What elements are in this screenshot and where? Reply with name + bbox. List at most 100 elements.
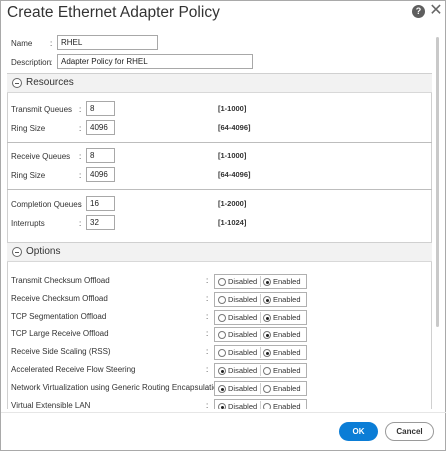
radio-divider — [260, 365, 261, 376]
option-label: TCP Large Receive Offload — [11, 329, 109, 338]
transmit-queues-input[interactable]: 8 — [86, 101, 115, 116]
enabled-label[interactable]: Enabled — [273, 366, 301, 375]
option-colon: : — [206, 294, 209, 303]
name-colon: : — [50, 39, 53, 48]
disabled-radio[interactable] — [218, 385, 226, 393]
interrupts-input[interactable]: 32 — [86, 215, 115, 230]
vertical-scrollbar[interactable] — [435, 29, 440, 409]
disabled-label[interactable]: Disabled — [228, 330, 257, 339]
disabled-label[interactable]: Disabled — [228, 366, 257, 375]
rx-ring-size-colon: : — [79, 171, 82, 180]
tx-ring-size-colon: : — [79, 124, 82, 133]
transmit-queues-range: [1-1000] — [218, 104, 247, 113]
disabled-radio[interactable] — [218, 296, 226, 304]
close-icon[interactable]: ✕ — [429, 3, 443, 19]
option-radio-group: Disabled Enabled — [214, 345, 307, 360]
collapse-minus-icon[interactable] — [12, 78, 22, 88]
disabled-label[interactable]: Disabled — [228, 402, 257, 409]
resources-divider — [7, 142, 432, 143]
enabled-label[interactable]: Enabled — [273, 277, 301, 286]
enabled-label[interactable]: Enabled — [273, 313, 301, 322]
enabled-radio[interactable] — [263, 349, 271, 357]
resources-title: Resources — [26, 77, 74, 88]
radio-divider — [260, 276, 261, 287]
disabled-radio[interactable] — [218, 367, 226, 375]
option-label: Virtual Extensible LAN — [11, 401, 91, 409]
option-label: Receive Side Scaling (RSS) — [11, 347, 111, 356]
option-radio-group: Disabled Enabled — [214, 381, 307, 396]
disabled-radio[interactable] — [218, 403, 226, 409]
dialog-content: Name : RHEL Description : Adapter Policy… — [7, 29, 432, 409]
enabled-label[interactable]: Enabled — [273, 330, 301, 339]
enabled-radio[interactable] — [263, 331, 271, 339]
name-label: Name — [11, 39, 33, 48]
radio-divider — [260, 401, 261, 409]
enabled-radio[interactable] — [263, 403, 271, 409]
enabled-radio[interactable] — [263, 296, 271, 304]
resources-section: Resources Transmit Queues : 8 [1-1000] R… — [7, 73, 432, 265]
enabled-radio[interactable] — [263, 385, 271, 393]
disabled-radio[interactable] — [218, 331, 226, 339]
disabled-label[interactable]: Disabled — [228, 277, 257, 286]
transmit-queues-label: Transmit Queues — [11, 105, 73, 114]
help-icon[interactable]: ? — [412, 5, 425, 18]
completion-queues-colon: : — [79, 200, 82, 209]
option-label: Receive Checksum Offload — [11, 294, 108, 303]
receive-queues-input[interactable]: 8 — [86, 148, 115, 163]
transmit-queues-colon: : — [79, 105, 82, 114]
option-radio-group: Disabled Enabled — [214, 274, 307, 289]
rx-ring-size-range: [64-4096] — [218, 170, 251, 179]
options-title: Options — [26, 246, 61, 257]
radio-divider — [260, 312, 261, 323]
radio-divider — [260, 329, 261, 340]
interrupts-label: Interrupts — [11, 219, 45, 228]
collapse-minus-icon[interactable] — [12, 247, 22, 257]
enabled-label[interactable]: Enabled — [273, 295, 301, 304]
resources-divider — [7, 189, 432, 190]
dialog-title: Create Ethernet Adapter Policy — [7, 4, 220, 21]
option-label: Accelerated Receive Flow Steering — [11, 365, 136, 374]
description-colon: : — [50, 58, 53, 67]
enabled-radio[interactable] — [263, 314, 271, 322]
create-ethernet-adapter-policy-dialog: Create Ethernet Adapter Policy ? ✕ Name … — [0, 0, 446, 451]
cancel-button[interactable]: Cancel — [385, 422, 434, 441]
tx-ring-size-label: Ring Size — [11, 124, 46, 133]
disabled-radio[interactable] — [218, 349, 226, 357]
completion-queues-label: Completion Queues — [11, 200, 82, 209]
ok-button[interactable]: OK — [339, 422, 378, 441]
option-colon: : — [206, 365, 209, 374]
option-radio-group: Disabled Enabled — [214, 327, 307, 342]
resources-header[interactable]: Resources — [7, 73, 432, 93]
rx-ring-size-input[interactable]: 4096 — [86, 167, 115, 182]
option-colon: : — [206, 312, 209, 321]
options-header[interactable]: Options — [7, 242, 432, 262]
interrupts-range: [1-1024] — [218, 218, 247, 227]
disabled-radio[interactable] — [218, 314, 226, 322]
option-label: Network Virtualization using Generic Rou… — [11, 383, 223, 392]
enabled-radio[interactable] — [263, 367, 271, 375]
scrollbar-thumb[interactable] — [436, 37, 439, 327]
enabled-radio[interactable] — [263, 278, 271, 286]
tx-ring-size-input[interactable]: 4096 — [86, 120, 115, 135]
option-colon: : — [206, 383, 209, 392]
enabled-label[interactable]: Enabled — [273, 348, 301, 357]
enabled-label[interactable]: Enabled — [273, 384, 301, 393]
disabled-label[interactable]: Disabled — [228, 295, 257, 304]
description-input[interactable]: Adapter Policy for RHEL — [57, 54, 253, 69]
option-radio-group: Disabled Enabled — [214, 399, 307, 409]
disabled-label[interactable]: Disabled — [228, 348, 257, 357]
name-input[interactable]: RHEL — [57, 35, 158, 50]
enabled-label[interactable]: Enabled — [273, 402, 301, 409]
receive-queues-label: Receive Queues — [11, 152, 71, 161]
tx-ring-size-range: [64-4096] — [218, 123, 251, 132]
disabled-label[interactable]: Disabled — [228, 313, 257, 322]
radio-divider — [260, 347, 261, 358]
disabled-label[interactable]: Disabled — [228, 384, 257, 393]
description-label: Description — [11, 58, 52, 67]
completion-queues-range: [1-2000] — [218, 199, 247, 208]
receive-queues-colon: : — [79, 152, 82, 161]
option-radio-group: Disabled Enabled — [214, 292, 307, 307]
disabled-radio[interactable] — [218, 278, 226, 286]
completion-queues-input[interactable]: 16 — [86, 196, 115, 211]
receive-queues-range: [1-1000] — [218, 151, 247, 160]
